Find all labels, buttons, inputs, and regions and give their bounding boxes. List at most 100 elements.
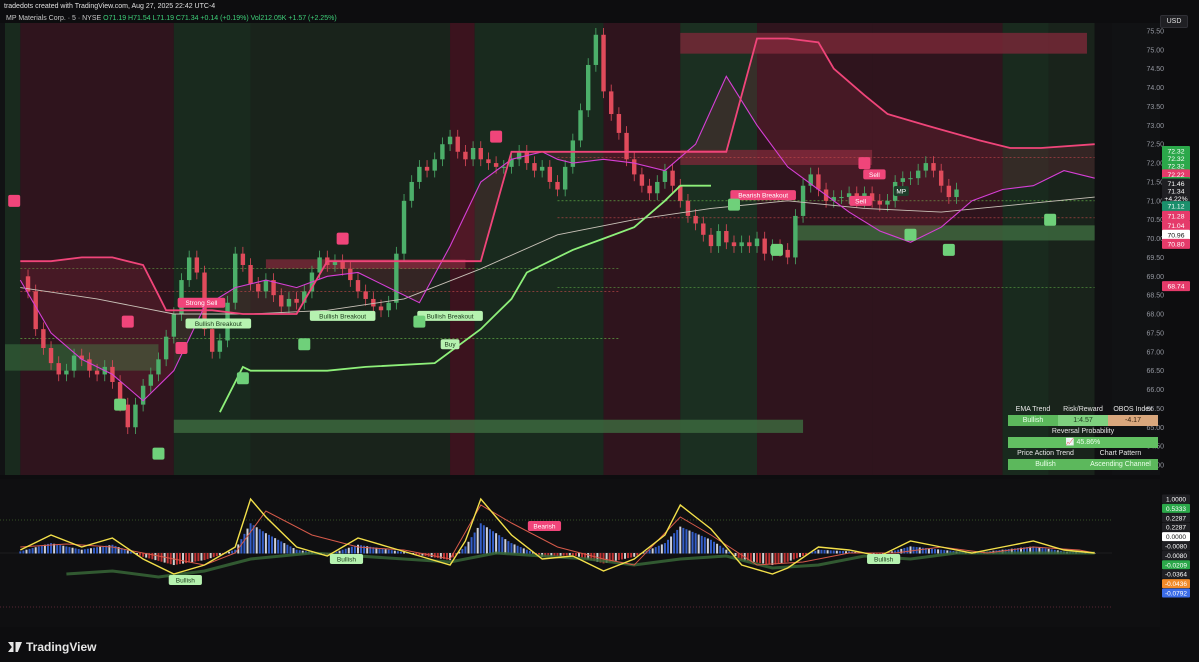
price-tag-text: 71.04 bbox=[1167, 223, 1184, 230]
histogram-bar bbox=[89, 548, 92, 554]
signal-label-text: MP bbox=[896, 189, 906, 196]
info-header-row-3: Price Action Trend Chart Pattern bbox=[1008, 448, 1158, 459]
candle-body bbox=[670, 170, 675, 186]
histogram-bar bbox=[384, 549, 387, 554]
tradingview-logo: TradingView bbox=[8, 640, 96, 654]
histogram-bar bbox=[197, 553, 200, 562]
sell-marker-icon bbox=[8, 194, 21, 207]
histogram-bar bbox=[381, 548, 384, 554]
histogram-bar bbox=[676, 529, 679, 554]
histogram-bar bbox=[492, 531, 495, 554]
chart-svg[interactable]: 75.50 75.00 74.50 74.00 73.50 73.00 72.50 72.00… bbox=[0, 13, 1199, 632]
candle-body bbox=[601, 34, 606, 92]
candle-body bbox=[279, 295, 284, 307]
price-axis-tick: 69.50 bbox=[1146, 255, 1164, 262]
histogram-bar bbox=[378, 548, 381, 554]
candle-body bbox=[716, 231, 721, 247]
candle-body bbox=[762, 238, 767, 254]
oscillator-axis-text: 0.2287 bbox=[1166, 515, 1186, 522]
candle-body bbox=[371, 298, 376, 307]
histogram-bar bbox=[835, 550, 838, 554]
session-zone bbox=[173, 23, 251, 475]
histogram-bar bbox=[80, 549, 83, 554]
histogram-bar bbox=[356, 544, 359, 554]
price-axis-tick: 67.50 bbox=[1146, 330, 1164, 337]
candle-body bbox=[294, 298, 299, 303]
candle-body bbox=[263, 280, 269, 292]
zone-box bbox=[795, 225, 1095, 241]
histogram-bar bbox=[473, 532, 476, 554]
candle-body bbox=[424, 166, 430, 171]
candle-body bbox=[931, 163, 936, 171]
candle-body bbox=[186, 257, 192, 281]
candle-body bbox=[609, 91, 614, 115]
histogram-bar bbox=[577, 553, 580, 557]
oscillator-axis-text: 0.0000 bbox=[1166, 534, 1186, 541]
buy-marker-icon bbox=[770, 243, 783, 256]
histogram-bar bbox=[568, 553, 571, 556]
histogram-bar bbox=[789, 553, 792, 561]
histogram-bar bbox=[525, 549, 528, 554]
histogram-bar bbox=[267, 534, 270, 554]
histogram-bar bbox=[660, 544, 663, 554]
candle-body bbox=[140, 385, 146, 405]
histogram-bar bbox=[571, 553, 574, 556]
candle-body bbox=[785, 249, 790, 258]
histogram-bar bbox=[673, 533, 676, 554]
histogram-bar bbox=[565, 553, 568, 556]
histogram-bar bbox=[694, 533, 697, 554]
histogram-bar bbox=[433, 553, 436, 558]
histogram-bar bbox=[906, 547, 909, 554]
histogram-bar bbox=[688, 530, 691, 554]
histogram-bar bbox=[783, 553, 786, 563]
tradingview-logo-icon bbox=[8, 642, 22, 652]
symbol-name[interactable]: MP Materials Corp. · 5 · NYSE bbox=[6, 15, 101, 22]
histogram-bar bbox=[93, 547, 96, 554]
candle-body bbox=[41, 329, 46, 349]
price-axis-tick: 75.00 bbox=[1146, 47, 1164, 54]
symbol-legend: MP Materials Corp. · 5 · NYSE O71.19 H71… bbox=[6, 15, 337, 22]
histogram-bar bbox=[777, 553, 780, 564]
candle-body bbox=[179, 280, 184, 315]
histogram-bar bbox=[762, 553, 765, 564]
histogram-bar bbox=[507, 541, 510, 554]
oscillator-axis-text: -0.0080 bbox=[1165, 553, 1187, 560]
candle-body bbox=[355, 280, 361, 292]
histogram-bar bbox=[200, 553, 203, 561]
candle-body bbox=[908, 178, 913, 180]
histogram-bar bbox=[34, 547, 37, 554]
price-axis-tick: 69.00 bbox=[1146, 274, 1164, 281]
buy-marker-icon bbox=[904, 228, 917, 241]
info-value-row-3: Bullish Ascending Channel bbox=[1008, 459, 1158, 470]
candle-body bbox=[585, 64, 591, 111]
histogram-bar bbox=[182, 553, 185, 564]
currency-button[interactable]: USD bbox=[1160, 15, 1188, 28]
info-header: Risk/Reward bbox=[1063, 406, 1103, 413]
histogram-bar bbox=[937, 549, 940, 554]
histogram-bar bbox=[360, 545, 363, 554]
oscillator-axis-text: -0.0209 bbox=[1165, 562, 1187, 569]
histogram-bar bbox=[814, 550, 817, 554]
candle-body bbox=[747, 242, 752, 247]
histogram-bar bbox=[722, 547, 725, 554]
oscillator-axis-text: -0.0436 bbox=[1165, 581, 1187, 588]
watermark-bar: tradedots created with TradingView.com, … bbox=[0, 0, 1199, 13]
signal-label-text: Buy bbox=[444, 342, 456, 349]
histogram-bar bbox=[126, 550, 129, 554]
candle-body bbox=[632, 159, 637, 175]
histogram-bar bbox=[918, 547, 921, 554]
histogram-bar bbox=[289, 546, 292, 554]
histogram-bar bbox=[795, 553, 798, 559]
histogram-bar bbox=[255, 527, 258, 554]
histogram-bar bbox=[510, 543, 513, 554]
histogram-bar bbox=[703, 537, 706, 554]
histogram-bar bbox=[498, 535, 501, 554]
histogram-bar bbox=[725, 549, 728, 554]
signal-label-text: Bearish Breakout bbox=[738, 193, 788, 200]
histogram-bar bbox=[341, 549, 344, 554]
histogram-bar bbox=[838, 550, 841, 554]
histogram-bar bbox=[559, 553, 562, 556]
candle-body bbox=[839, 197, 844, 199]
candle-body bbox=[401, 200, 407, 254]
session-zone bbox=[250, 23, 451, 475]
